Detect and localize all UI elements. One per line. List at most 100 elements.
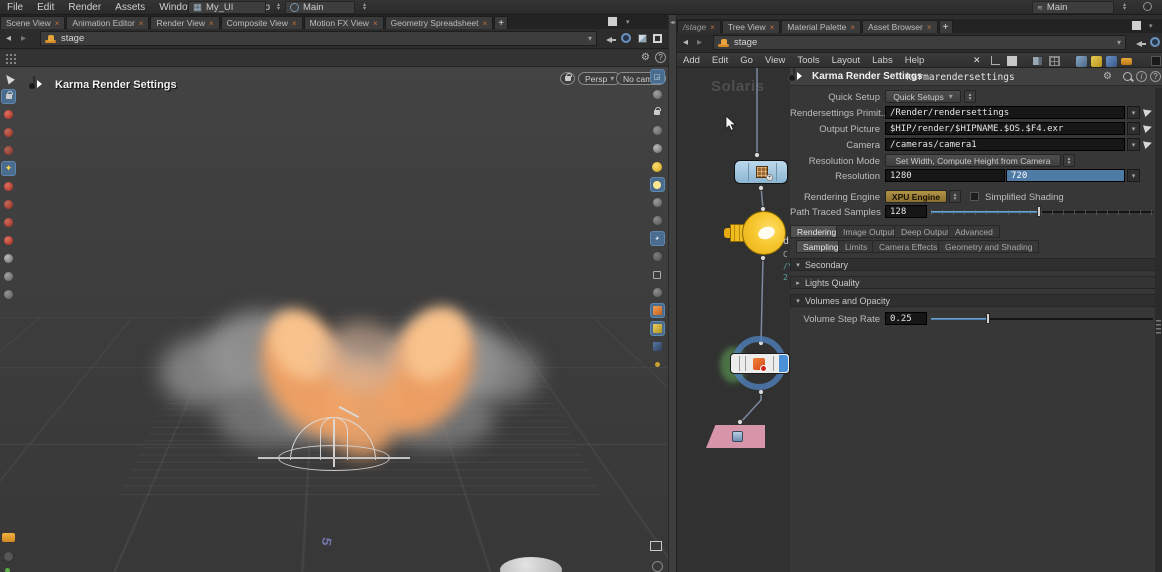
show-markers-icon[interactable]: [651, 358, 664, 371]
scale-tool-icon[interactable]: [2, 144, 15, 157]
path-field[interactable]: stage ▾: [40, 31, 597, 46]
tab-render-view[interactable]: Render View ×: [150, 16, 219, 29]
new-tab-button[interactable]: +: [939, 20, 953, 33]
help-icon[interactable]: ?: [1150, 71, 1161, 82]
rendering-engine-spinner[interactable]: ▴▾: [949, 190, 961, 203]
tab-close-icon[interactable]: ×: [139, 19, 144, 28]
node-body[interactable]: [730, 353, 790, 374]
desktop-selector[interactable]: ▦ My_UI: [188, 1, 266, 14]
tab-close-icon[interactable]: ×: [927, 23, 932, 32]
forward-icon[interactable]: ▸: [697, 37, 702, 48]
slider-handle[interactable]: [1037, 206, 1041, 217]
tab-deep-output[interactable]: Deep Output: [894, 225, 956, 238]
tab-asset-browser[interactable]: Asset Browser ×: [862, 20, 937, 33]
dopnet-icon[interactable]: [1121, 58, 1132, 65]
film-strip-icon[interactable]: [1032, 56, 1043, 66]
color-palette-icon[interactable]: [1151, 56, 1161, 66]
dome-light-wireframe[interactable]: [270, 405, 400, 485]
tab-close-icon[interactable]: ×: [483, 19, 488, 28]
new-tab-button[interactable]: +: [494, 16, 508, 29]
node-picker-icon[interactable]: [1143, 107, 1153, 117]
tab-close-icon[interactable]: ×: [850, 23, 855, 32]
net-menu-labs[interactable]: Labs: [866, 55, 899, 66]
pane-menu-icon[interactable]: ▾: [626, 18, 630, 26]
slider-handle[interactable]: [986, 313, 990, 324]
link-icon[interactable]: [621, 33, 631, 43]
network-editor[interactable]: Solaris + d C /\: [677, 68, 790, 572]
node-sop-import[interactable]: +: [734, 160, 788, 184]
path-dropdown-icon[interactable]: ▾: [588, 34, 592, 43]
normal-lighting-icon[interactable]: [651, 178, 664, 191]
tab-close-icon[interactable]: ×: [209, 19, 214, 28]
gear-icon[interactable]: ⚙: [1103, 71, 1112, 82]
net-menu-go[interactable]: Go: [734, 55, 759, 66]
solid-square-icon[interactable]: [1007, 56, 1017, 66]
scene-lights-icon[interactable]: [651, 160, 664, 173]
path-field[interactable]: stage ▾: [713, 35, 1126, 50]
tab-advanced[interactable]: Advanced: [948, 225, 1000, 238]
view-layout-icon[interactable]: ◲: [651, 70, 664, 83]
splitter-expand-icon[interactable]: ◂▸: [670, 19, 676, 26]
wireframe-ghost-icon[interactable]: [651, 268, 664, 281]
pane-maximize-icon[interactable]: [1132, 21, 1141, 30]
net-menu-add[interactable]: Add: [677, 55, 706, 66]
take-selector[interactable]: ≋ Main: [1032, 1, 1114, 14]
resolution-mode-dropdown[interactable]: Set Width, Compute Height from Camera: [885, 154, 1061, 167]
camera-lock-pill[interactable]: [560, 72, 575, 85]
scroll-grip-icon[interactable]: [1156, 320, 1161, 334]
net-menu-view[interactable]: View: [759, 55, 791, 66]
scene-viewport[interactable]: 5 Karma Render Settings Persp ▾ No cam ▾…: [0, 67, 668, 572]
field-dropdown-icon[interactable]: ▾: [1127, 169, 1140, 182]
net-menu-tools[interactable]: Tools: [791, 55, 825, 66]
output-picture-input[interactable]: $HIP/render/$HIPNAME.$OS.$F4.exr: [885, 122, 1125, 135]
view-tool-icon[interactable]: [2, 252, 15, 265]
params-scrollbar[interactable]: [1155, 88, 1162, 572]
net-menu-help[interactable]: Help: [899, 55, 931, 66]
scene-spinner[interactable]: ▴▾: [363, 3, 366, 11]
view-lock-icon[interactable]: [651, 106, 664, 119]
pane-menu-icon[interactable]: ▾: [1149, 22, 1153, 30]
field-dropdown-icon[interactable]: ▾: [1127, 138, 1140, 151]
rendersettings-primitive-input[interactable]: /Render/rendersettings: [885, 106, 1125, 119]
tab-scene-view[interactable]: Scene View ×: [0, 16, 65, 29]
node-flag[interactable]: [773, 356, 774, 371]
handles-tool-icon[interactable]: ✦: [2, 162, 15, 175]
node-dome-light[interactable]: [724, 210, 790, 258]
tab-image-output[interactable]: Image Output: [836, 225, 902, 238]
tab-geometry-and-shading[interactable]: Geometry and Shading: [938, 240, 1039, 253]
field-dropdown-icon[interactable]: ▾: [1127, 122, 1140, 135]
pane-splitter[interactable]: ◂▸: [668, 15, 677, 572]
shelf-drawer-icon[interactable]: [2, 533, 15, 542]
node-flag[interactable]: [739, 356, 740, 371]
info-icon[interactable]: i: [1136, 71, 1147, 82]
take-spinner[interactable]: ▴▾: [1123, 3, 1126, 11]
back-icon[interactable]: ◂: [683, 37, 688, 48]
gear-icon[interactable]: ⚙: [641, 52, 650, 63]
field-dropdown-icon[interactable]: ▾: [1127, 106, 1140, 119]
node-flag[interactable]: [745, 356, 746, 371]
node-karma-render-settings-selected[interactable]: [723, 336, 790, 394]
flipbook-tool-icon[interactable]: [2, 270, 15, 283]
translate-tool-icon[interactable]: [2, 108, 15, 121]
net-menu-edit[interactable]: Edit: [706, 55, 734, 66]
tab-composite-view[interactable]: Composite View ×: [221, 16, 303, 29]
pane-maximize-icon[interactable]: [608, 17, 617, 26]
tab-animation-editor[interactable]: Animation Editor ×: [66, 16, 149, 29]
snap-cube-icon[interactable]: [638, 34, 647, 43]
volume-step-rate-input[interactable]: 0.25: [885, 312, 927, 325]
tab-stage[interactable]: /stage ×: [677, 20, 721, 33]
net-menu-layout[interactable]: Layout: [826, 55, 867, 66]
hide-toolbar-icon[interactable]: [3, 551, 14, 562]
camera-view-icon[interactable]: [651, 88, 664, 101]
shade-sphere-icon[interactable]: [651, 142, 664, 155]
edit-tool-icon[interactable]: [2, 198, 15, 211]
viewport-help-icon[interactable]: [652, 561, 663, 572]
high-quality-light-icon[interactable]: [651, 196, 664, 209]
tab-close-icon[interactable]: ×: [55, 19, 60, 28]
resolution-mode-spinner[interactable]: ▴▾: [1063, 154, 1075, 167]
tab-material-palette[interactable]: Material Palette ×: [781, 20, 861, 33]
forward-icon[interactable]: ▸: [21, 33, 26, 44]
node-picker-icon[interactable]: [1143, 139, 1153, 149]
menu-file[interactable]: File: [0, 2, 30, 13]
secure-selection-lock-icon[interactable]: [2, 90, 15, 103]
